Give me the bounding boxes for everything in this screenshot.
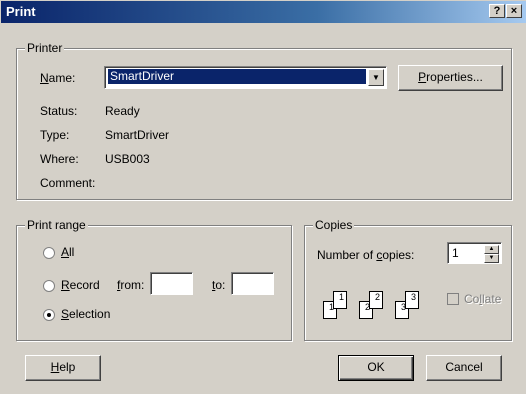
all-label[interactable]: All bbox=[61, 245, 74, 259]
selection-radio[interactable] bbox=[43, 309, 55, 321]
all-radio[interactable] bbox=[43, 247, 55, 259]
to-field[interactable] bbox=[231, 272, 274, 295]
spin-up-icon[interactable]: ▲ bbox=[484, 245, 499, 254]
printer-name-select[interactable]: SmartDriver ▼ bbox=[104, 66, 387, 89]
dropdown-arrow-icon[interactable]: ▼ bbox=[368, 69, 384, 86]
record-radio[interactable] bbox=[43, 280, 55, 292]
copies-value: 1 bbox=[452, 246, 459, 260]
printer-name-value: SmartDriver bbox=[108, 69, 366, 84]
from-label: from: bbox=[117, 278, 145, 292]
spin-down-icon[interactable]: ▼ bbox=[484, 254, 499, 263]
where-value: USB003 bbox=[105, 152, 150, 166]
window-title: Print bbox=[6, 4, 36, 19]
record-label[interactable]: Record bbox=[61, 278, 100, 292]
copies-legend: Copies bbox=[313, 218, 355, 232]
where-label: Where: bbox=[40, 152, 79, 166]
cancel-button[interactable]: Cancel bbox=[426, 355, 502, 381]
collate-label[interactable]: Collate bbox=[464, 292, 501, 306]
title-bar: Print ? × bbox=[1, 1, 526, 23]
help-title-button[interactable]: ? bbox=[489, 4, 505, 18]
status-value: Ready bbox=[105, 104, 140, 118]
print-dialog: Print ? × Printer Name: SmartDriver ▼ Pr… bbox=[0, 0, 526, 394]
name-label: Name: bbox=[40, 71, 76, 85]
comment-label: Comment: bbox=[40, 176, 96, 190]
printer-legend: Printer bbox=[25, 41, 65, 55]
page-icon: 2 bbox=[369, 291, 383, 309]
close-button[interactable]: × bbox=[506, 4, 522, 18]
page-icon: 1 bbox=[333, 291, 347, 309]
ok-button[interactable]: OK bbox=[338, 355, 414, 381]
from-field[interactable] bbox=[150, 272, 193, 295]
number-of-copies-label: Number of copies: bbox=[317, 248, 415, 262]
help-button[interactable]: Help bbox=[25, 355, 101, 381]
type-label: Type: bbox=[40, 128, 70, 142]
status-label: Status: bbox=[40, 104, 78, 118]
selection-label[interactable]: Selection bbox=[61, 307, 110, 321]
properties-button[interactable]: Properties... bbox=[398, 65, 503, 91]
type-value: SmartDriver bbox=[105, 128, 170, 142]
page-icon: 3 bbox=[405, 291, 419, 309]
print-range-legend: Print range bbox=[25, 218, 88, 232]
collate-checkbox[interactable] bbox=[447, 293, 459, 305]
to-label: to: bbox=[212, 278, 226, 292]
copies-spinner[interactable]: 1 ▲ ▼ bbox=[447, 242, 502, 264]
